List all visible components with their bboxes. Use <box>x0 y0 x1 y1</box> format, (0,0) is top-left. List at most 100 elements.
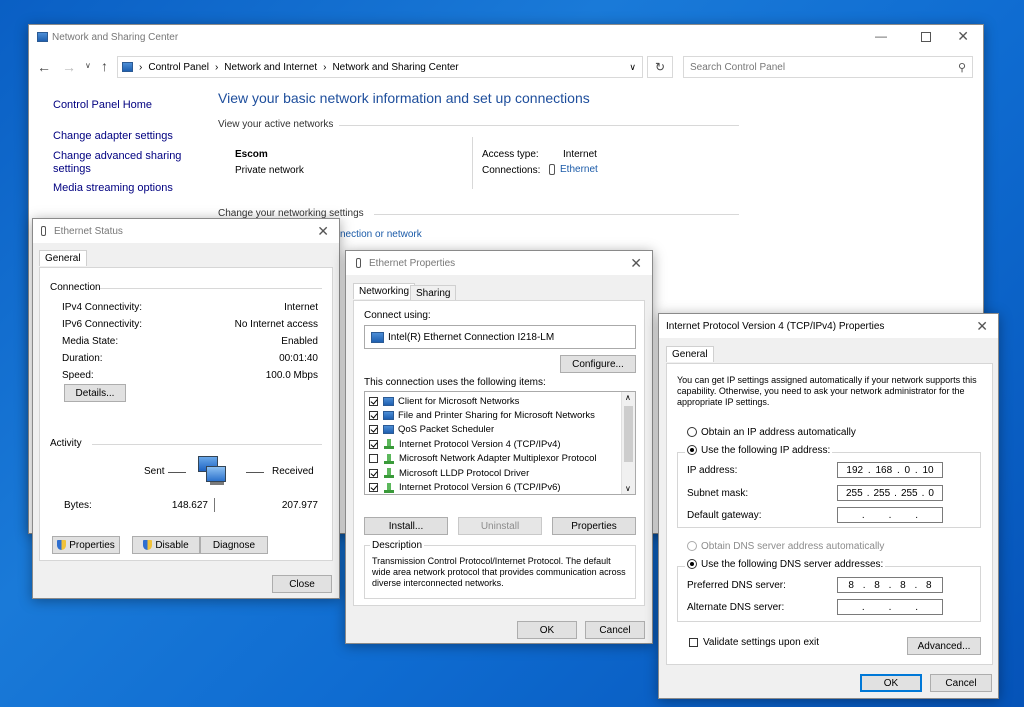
disable-button[interactable]: Disable <box>132 536 200 554</box>
list-item-label: File and Printer Sharing for Microsoft N… <box>398 410 595 422</box>
validate-checkbox[interactable]: Validate settings upon exit <box>689 637 819 648</box>
uninstall-button[interactable]: Uninstall <box>458 517 542 535</box>
list-item[interactable]: File and Printer Sharing for Microsoft N… <box>369 408 635 422</box>
alternate-dns-field[interactable]: ... <box>837 599 943 615</box>
tab-sharing[interactable]: Sharing <box>410 285 457 301</box>
breadcrumb-item[interactable]: Network and Internet <box>224 62 317 73</box>
configure-button[interactable]: Configure... <box>560 355 636 373</box>
close-icon[interactable]: ✕ <box>957 28 969 45</box>
use-following-dns-radio[interactable]: Use the following DNS server addresses: <box>685 559 886 570</box>
maximize-button[interactable] <box>921 32 931 42</box>
cancel-button[interactable]: Cancel <box>585 621 645 639</box>
received-label: Received <box>272 466 314 477</box>
general-tab-panel: You can get IP settings assigned automat… <box>666 363 993 665</box>
item-checkbox[interactable] <box>369 468 378 478</box>
checkbox-icon <box>689 637 698 647</box>
list-item-label: Microsoft LLDP Protocol Driver <box>399 467 530 479</box>
sidebar-item-media-streaming[interactable]: Media streaming options <box>53 182 173 194</box>
breadcrumb-item[interactable]: Control Panel <box>148 62 209 73</box>
scroll-thumb[interactable] <box>624 406 633 462</box>
address-bar[interactable]: › Control Panel › Network and Internet ›… <box>117 56 643 78</box>
breadcrumb-sep-icon: › <box>214 61 219 73</box>
ip-address-label: IP address: <box>687 465 738 476</box>
up-button[interactable]: ↑ <box>101 58 108 74</box>
properties-button[interactable]: Properties <box>52 536 120 554</box>
network-icon <box>37 32 48 42</box>
list-item[interactable]: Internet Protocol Version 6 (TCP/IPv6) <box>369 480 635 494</box>
list-item[interactable]: QoS Packet Scheduler <box>369 423 635 437</box>
advanced-button[interactable]: Advanced... <box>907 637 981 655</box>
obtain-ip-auto-radio[interactable]: Obtain an IP address automatically <box>687 427 856 438</box>
item-checkbox[interactable] <box>369 483 378 493</box>
minimize-button[interactable]: — <box>875 29 887 43</box>
breadcrumb-sep-icon: › <box>323 61 327 73</box>
sidebar-item-advanced-sharing[interactable]: Change advanced sharing settings <box>53 150 183 176</box>
network-client-icon <box>383 425 394 435</box>
tab-general[interactable]: General <box>666 346 714 362</box>
list-item[interactable]: Client for Microsoft Networks <box>369 394 635 408</box>
default-gateway-field[interactable]: ... <box>837 507 943 523</box>
network-adapter-icon <box>371 331 384 343</box>
install-button[interactable]: Install... <box>364 517 448 535</box>
ip-address-field[interactable]: 192. 168. 0. 10 <box>837 462 943 478</box>
close-icon[interactable]: ✕ <box>630 255 642 272</box>
item-checkbox[interactable] <box>369 396 378 406</box>
item-properties-button[interactable]: Properties <box>552 517 636 535</box>
search-input[interactable]: Search Control Panel ⚲ <box>683 56 973 78</box>
bytes-received-value: 207.977 <box>281 500 318 511</box>
close-icon[interactable]: ✕ <box>976 318 988 335</box>
mask-octet: 255 <box>846 487 863 499</box>
item-checkbox[interactable] <box>369 439 378 449</box>
preferred-dns-field[interactable]: 8.8.8.8 <box>837 577 943 593</box>
status-row-value: Internet <box>284 302 318 313</box>
ethernet-link-text: Ethernet <box>560 164 598 176</box>
ok-button[interactable]: OK <box>860 674 922 692</box>
diagnose-button[interactable]: Diagnose <box>200 536 268 554</box>
list-item[interactable]: Internet Protocol Version 4 (TCP/IPv4) <box>369 437 635 451</box>
disable-button-label: Disable <box>155 539 189 551</box>
forward-button[interactable]: → <box>62 59 76 75</box>
divider <box>168 472 186 473</box>
chevron-down-icon[interactable]: ∨ <box>629 62 636 73</box>
ethernet-adapter-icon <box>549 164 555 175</box>
network-activity-icon <box>196 456 230 486</box>
description-label: Description <box>370 540 425 551</box>
scrollbar[interactable]: ∧ ∨ <box>621 392 635 494</box>
back-button[interactable]: ← <box>37 59 51 75</box>
sent-label: Sent <box>144 466 165 477</box>
ok-button[interactable]: OK <box>517 621 577 639</box>
refresh-button[interactable]: ↻ <box>647 56 673 78</box>
ip-octet: 168 <box>875 464 893 476</box>
tab-networking[interactable]: Networking <box>353 283 416 299</box>
close-icon[interactable]: ✕ <box>317 223 329 240</box>
default-gateway-label: Default gateway: <box>687 510 762 521</box>
preferred-dns-label: Preferred DNS server: <box>687 580 786 591</box>
subnet-mask-field[interactable]: 255. 255. 255. 0 <box>837 485 943 501</box>
scroll-up-icon[interactable]: ∧ <box>625 393 631 402</box>
item-checkbox[interactable] <box>369 454 378 464</box>
use-following-ip-radio[interactable]: Use the following IP address: <box>685 445 833 456</box>
close-button[interactable]: Close <box>272 575 332 593</box>
details-button[interactable]: Details... <box>64 384 126 402</box>
recent-dropdown-icon[interactable]: ∨ <box>85 61 91 70</box>
sidebar-item-control-panel-home[interactable]: Control Panel Home <box>53 99 152 111</box>
status-row-value: 100.0 Mbps <box>265 370 318 381</box>
ipv4-properties-window: Internet Protocol Version 4 (TCP/IPv4) P… <box>658 313 999 699</box>
status-row-value: Enabled <box>281 336 318 347</box>
scroll-down-icon[interactable]: ∨ <box>625 484 631 493</box>
shield-icon <box>57 540 67 550</box>
ethernet-link[interactable]: Ethernet <box>549 164 598 175</box>
item-checkbox[interactable] <box>369 411 378 421</box>
list-item[interactable]: Microsoft LLDP Protocol Driver <box>369 466 635 480</box>
obtain-dns-auto-radio[interactable]: Obtain DNS server address automatically <box>687 541 884 552</box>
setup-connection-link[interactable]: nection or network <box>340 229 422 240</box>
list-item[interactable]: Microsoft Network Adapter Multiplexor Pr… <box>369 452 635 466</box>
divider <box>214 498 215 512</box>
breadcrumb-item[interactable]: Network and Sharing Center <box>332 62 458 73</box>
sidebar-item-adapter-settings[interactable]: Change adapter settings <box>53 130 173 142</box>
cancel-button[interactable]: Cancel <box>930 674 992 692</box>
item-checkbox[interactable] <box>369 425 378 435</box>
items-list[interactable]: Client for Microsoft Networks File and Pr… <box>364 391 636 495</box>
tab-general[interactable]: General <box>39 250 87 266</box>
page-title: View your basic network information and … <box>218 90 590 106</box>
